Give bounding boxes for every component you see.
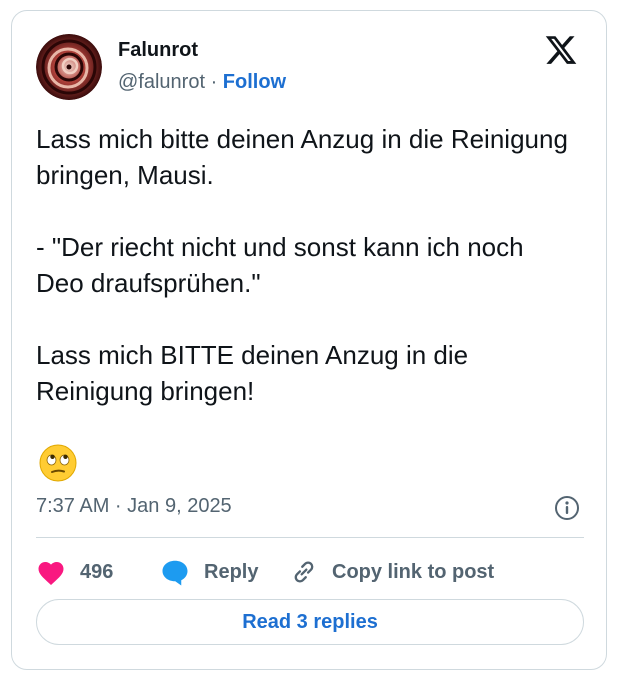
follow-button[interactable]: Follow: [223, 71, 286, 93]
copy-link-button[interactable]: Copy link to post: [290, 557, 494, 587]
post-text: Lass mich bitte deinen Anzug in die Rein…: [36, 121, 576, 409]
post-paragraph: - "Der riecht nicht und sonst kann ich n…: [36, 232, 524, 298]
post-card: Falunrot @falunrot · Follow Lass mich bi…: [11, 10, 607, 670]
reply-label: Reply: [204, 560, 259, 583]
post-paragraph: Lass mich BITTE deinen Anzug in die Rein…: [36, 340, 469, 406]
x-logo-icon[interactable]: [544, 33, 578, 67]
reply-bubble-icon: [162, 560, 188, 586]
reply-button[interactable]: Reply: [160, 557, 258, 587]
avatar[interactable]: [36, 34, 102, 100]
divider: [36, 537, 584, 538]
info-icon[interactable]: [554, 495, 580, 521]
read-replies-button[interactable]: Read 3 replies: [36, 599, 584, 645]
author-handle-row: @falunrot · Follow: [118, 71, 286, 94]
like-button[interactable]: 496: [36, 557, 113, 587]
author-handle[interactable]: @falunrot: [118, 71, 205, 93]
handle-separator: ·: [205, 71, 223, 93]
link-icon: [294, 561, 314, 583]
author-name[interactable]: Falunrot: [118, 39, 198, 62]
post-paragraph: Lass mich bitte deinen Anzug in die Rein…: [36, 124, 568, 190]
post-timestamp[interactable]: 7:37 AM · Jan 9, 2025: [36, 495, 232, 518]
rolling-eyes-emoji-icon: [38, 443, 78, 483]
copy-link-label: Copy link to post: [332, 560, 495, 583]
heart-icon: [38, 562, 64, 585]
like-count: 496: [80, 560, 114, 583]
